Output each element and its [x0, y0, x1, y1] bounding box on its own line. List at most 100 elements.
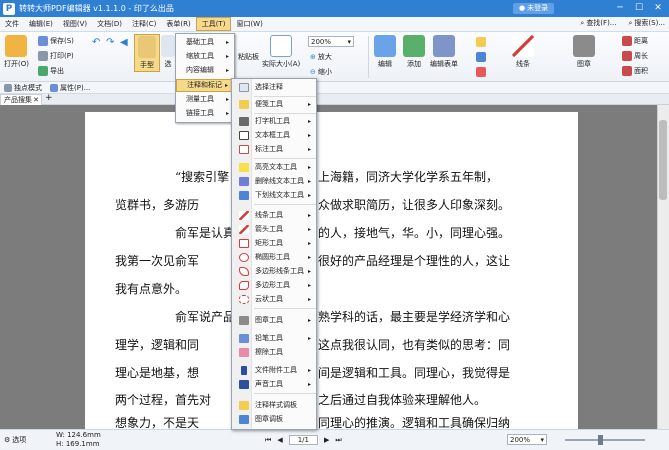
annot-item-ellipse[interactable]: 椭圆形工具 ▸: [232, 251, 316, 264]
stamp-tool-button[interactable]: 图章: [573, 35, 595, 69]
annot-item-highlight-text[interactable]: 高亮文本工具 ▸: [232, 161, 316, 174]
zoom-slider[interactable]: [565, 439, 645, 441]
text-tool-button[interactable]: [476, 37, 486, 47]
find-button[interactable]: ⌕ 查找(F)...: [580, 18, 616, 28]
zoom-slider-handle[interactable]: [598, 435, 603, 445]
open-button[interactable]: 打开(O): [4, 35, 29, 69]
minimize-button[interactable]: ─: [613, 2, 627, 15]
annot-item-underline-text[interactable]: 下划线文本工具 ▸: [232, 189, 316, 202]
annot-item-polyline[interactable]: 多边形线条工具 ▸: [232, 265, 316, 278]
add-button[interactable]: 添加: [403, 35, 425, 69]
distance-icon: [622, 36, 632, 46]
tools-menu-item-link[interactable]: 链接工具 ▸: [176, 107, 234, 120]
zoom-select[interactable]: 200% ▾: [308, 36, 354, 47]
highlight-tool-button[interactable]: [476, 52, 486, 62]
edit-button[interactable]: 编辑: [374, 35, 396, 69]
select-tool-button[interactable]: 选: [161, 35, 175, 69]
area-tool-button[interactable]: 面积: [622, 66, 648, 76]
chevron-right-icon: ▸: [307, 317, 311, 324]
first-page-icon[interactable]: ⏮: [265, 436, 271, 445]
annotation-submenu: 选择注释 便笺工具 ▸ 打字机工具 ▸ 文本框工具 ▸ 标注工具 ▸ 高亮文本工具 ▸ 删…: [231, 78, 317, 430]
save-button[interactable]: 保存(S): [38, 36, 74, 46]
search-button[interactable]: ⌕ 搜索(S)...: [628, 18, 665, 28]
gear-icon: ⚙: [4, 436, 11, 444]
menu-separator: [254, 96, 316, 97]
prev-page-icon[interactable]: ◀: [277, 436, 282, 444]
annot-item-pencil[interactable]: 铅笔工具 ▸: [232, 332, 316, 345]
tools-menu-item-measure[interactable]: 测量工具 ▸: [176, 93, 234, 106]
print-button[interactable]: 打印(P): [38, 51, 74, 61]
tools-menu-item-annotate[interactable]: 注释和标记 ▸: [176, 79, 234, 92]
close-tab-icon[interactable]: ✕: [33, 95, 39, 105]
tab-document[interactable]: 产品搜集 ✕: [0, 94, 42, 105]
menu-file[interactable]: 文件: [0, 17, 24, 31]
page-height: H: 169.1mm: [56, 440, 100, 448]
actual-size-button[interactable]: 实际大小(A): [262, 35, 300, 69]
export-button[interactable]: 导出: [38, 66, 64, 76]
tab-bar: 产品搜集 ✕ +: [0, 93, 669, 105]
chevron-right-icon: ▸: [307, 240, 311, 247]
tools-menu-item-zoom[interactable]: 缩放工具 ▸: [176, 50, 234, 63]
next-page-icon[interactable]: ▶: [324, 436, 329, 444]
chevron-right-icon: ▸: [307, 146, 311, 153]
tools-menu-item-basic[interactable]: 基础工具 ▸: [176, 36, 234, 49]
select-mode-button[interactable]: ⚙ 选项: [4, 435, 26, 445]
user-icon: ●: [519, 4, 526, 12]
last-page-icon[interactable]: ⏭: [335, 436, 341, 445]
annot-item-textbox[interactable]: 文本框工具 ▸: [232, 129, 316, 142]
annot-item-eraser[interactable]: 擦除工具: [232, 346, 316, 359]
annot-item-style-palette[interactable]: 注释样式调板: [232, 399, 316, 412]
annot-item-stamp[interactable]: 图章工具 ▸: [232, 314, 316, 327]
menu-comment[interactable]: 注释(C): [127, 17, 161, 31]
zoom-out-button[interactable]: ⊖ 缩小: [310, 67, 332, 77]
hand-tool-button[interactable]: 手型: [134, 34, 160, 72]
annot-item-polygon[interactable]: 多边形工具 ▸: [232, 279, 316, 292]
annot-item-file-attachment[interactable]: 文件附件工具 ▸: [232, 364, 316, 377]
annot-item-select[interactable]: 选择注释: [232, 81, 316, 94]
edit-icon: [374, 35, 396, 57]
zoom-out-icon: ⊖: [310, 68, 316, 76]
tools-menu-item-content-edit[interactable]: 内容编辑 ▸: [176, 64, 234, 77]
menu-window[interactable]: 窗口(W): [231, 17, 267, 31]
close-button[interactable]: ✕: [651, 2, 665, 15]
menu-edit[interactable]: 编辑(E): [24, 17, 58, 31]
exclusive-mode-button[interactable]: 独点模式: [4, 83, 42, 93]
distance-tool-button[interactable]: 距离: [622, 36, 648, 46]
annot-item-sticky-note[interactable]: 便笺工具 ▸: [232, 98, 316, 111]
save-icon: [38, 36, 48, 46]
zoom-in-button[interactable]: ⊕ 放大: [310, 52, 332, 62]
menu-form[interactable]: 表单(R): [161, 17, 195, 31]
highlight-text-icon: [239, 163, 249, 172]
new-tab-icon[interactable]: +: [45, 93, 53, 103]
annot-item-typewriter[interactable]: 打字机工具 ▸: [232, 115, 316, 128]
perimeter-tool-button[interactable]: 周长: [622, 51, 648, 61]
scrollbar-thumb[interactable]: [659, 120, 667, 200]
annot-item-cloud[interactable]: 云状工具 ▸: [232, 293, 316, 306]
menu-document[interactable]: 文档(D): [92, 17, 127, 31]
properties-button[interactable]: 属性(P)...: [50, 83, 90, 93]
pdf-page[interactable]: [85, 112, 578, 430]
note-tool-button[interactable]: [476, 67, 486, 77]
stamp-palette-icon: [239, 415, 249, 424]
menu-view[interactable]: 视图(V): [58, 17, 92, 31]
annot-item-callout[interactable]: 标注工具 ▸: [232, 143, 316, 156]
undo-button[interactable]: ↶: [92, 37, 100, 48]
menu-tools[interactable]: 工具(T): [195, 17, 232, 31]
page-number-input[interactable]: 1/1: [288, 435, 318, 445]
back-button[interactable]: ◀: [120, 37, 128, 48]
redo-button[interactable]: ↷: [106, 37, 114, 48]
annot-item-line[interactable]: 线条工具 ▸: [232, 209, 316, 222]
line-tool-button[interactable]: 线条: [512, 35, 534, 69]
annot-item-sound[interactable]: 声音工具 ▸: [232, 378, 316, 391]
paste-button[interactable]: 粘贴板: [238, 52, 259, 62]
annot-item-rectangle[interactable]: 矩形工具 ▸: [232, 237, 316, 250]
annot-item-stamp-palette[interactable]: 图章调板: [232, 413, 316, 426]
chevron-right-icon: ▸: [307, 254, 311, 261]
status-zoom-select[interactable]: 200% ▾: [507, 434, 547, 445]
annot-item-arrow[interactable]: 箭头工具 ▸: [232, 223, 316, 236]
edit-form-button[interactable]: 编辑表单: [430, 35, 458, 69]
login-button[interactable]: ● 未登录: [513, 3, 555, 14]
printer-icon: [38, 51, 48, 61]
annot-item-strikeout-text[interactable]: 删除线文本工具 ▸: [232, 175, 316, 188]
maximize-button[interactable]: ☐: [632, 2, 646, 15]
